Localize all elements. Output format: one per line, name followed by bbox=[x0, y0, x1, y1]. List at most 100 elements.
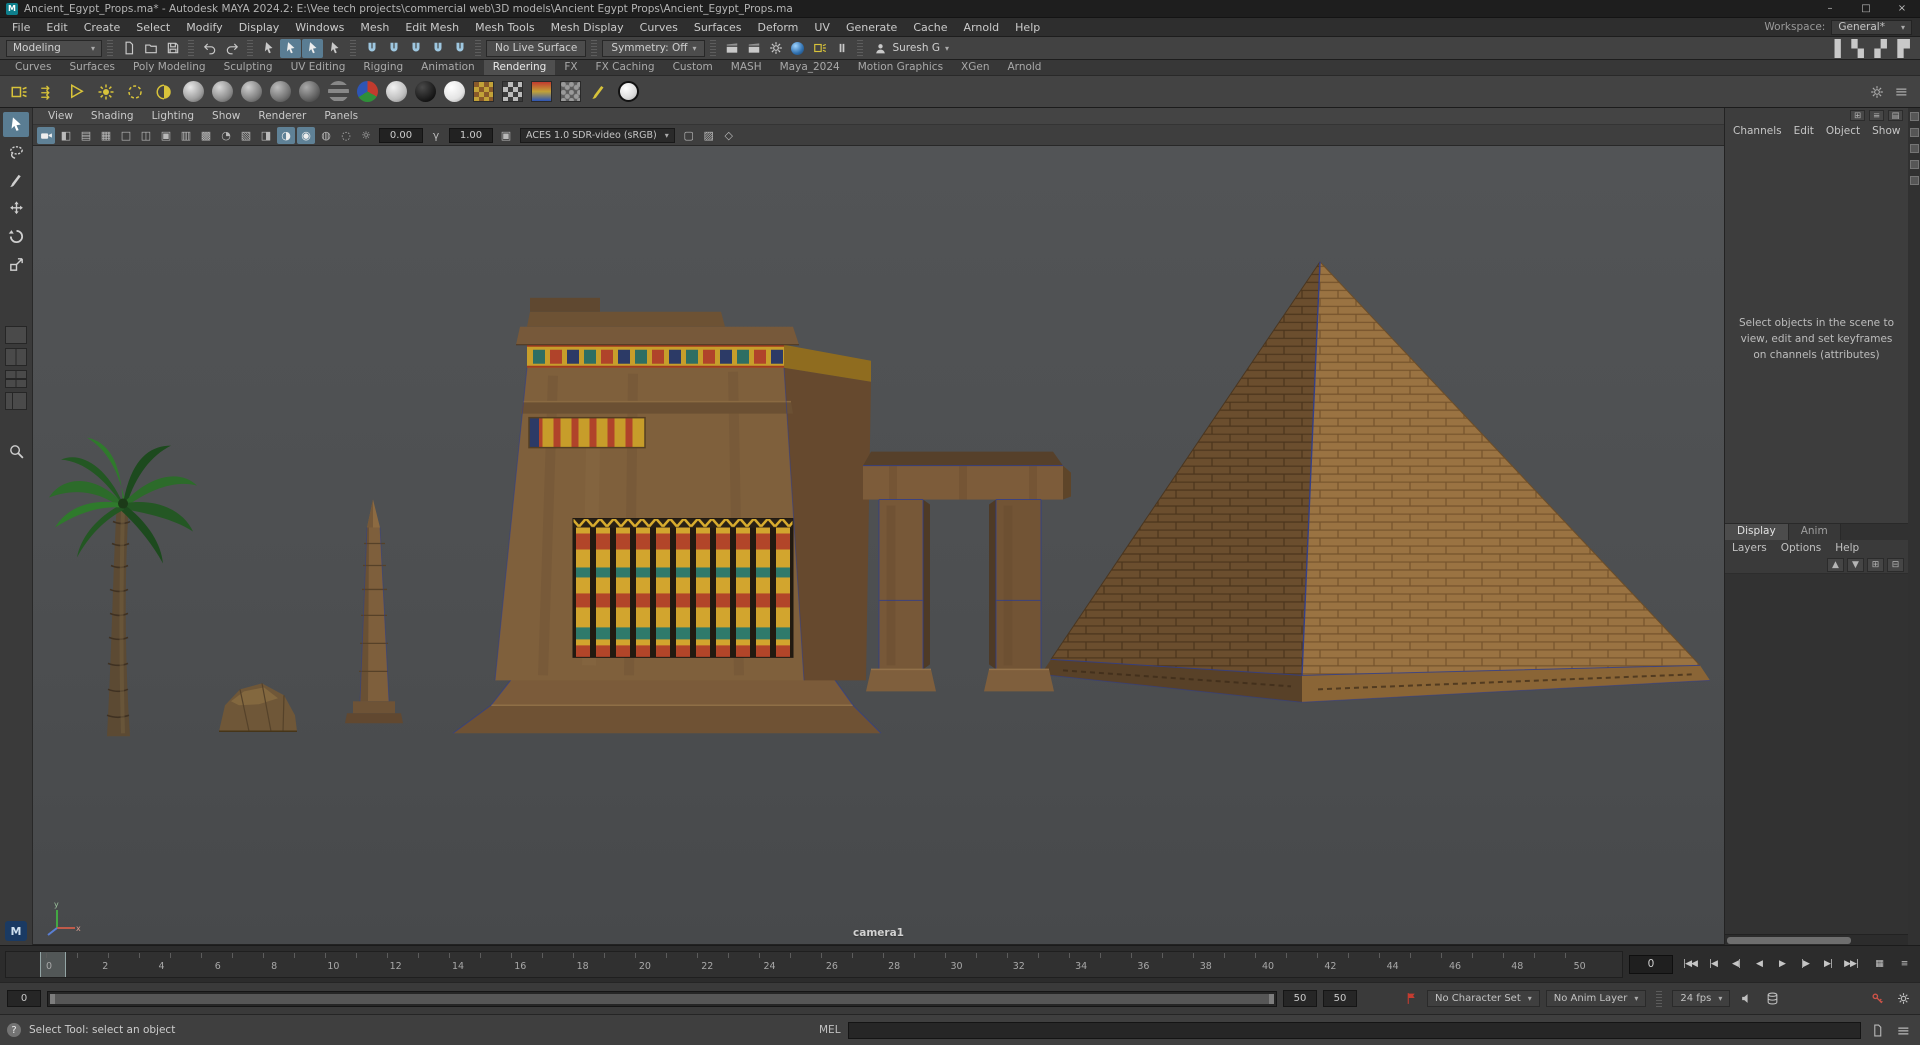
anim-layer-dropdown[interactable]: No Anim Layer ▾ bbox=[1545, 990, 1647, 1007]
play-forwards-button[interactable]: ▶ bbox=[1771, 954, 1793, 974]
ramp-texture-icon[interactable] bbox=[528, 79, 554, 105]
pyramid-object[interactable] bbox=[1040, 261, 1711, 703]
select-hierarchy-icon[interactable] bbox=[258, 39, 279, 58]
menu-item[interactable]: Curves bbox=[632, 18, 686, 36]
step-forward-key-button[interactable]: ▶| bbox=[1817, 954, 1839, 974]
channelbox-menu-item[interactable]: Object bbox=[1820, 125, 1866, 137]
lasso-tool-button[interactable] bbox=[3, 140, 29, 165]
channel-settings-icon[interactable]: ▤ bbox=[1888, 110, 1903, 121]
grip-handle[interactable] bbox=[1656, 990, 1663, 1007]
panel-menu-item[interactable]: View bbox=[39, 110, 82, 122]
snap-plane-icon[interactable] bbox=[427, 39, 448, 58]
lighting-toggle-icon[interactable]: ◑ bbox=[277, 126, 295, 144]
point-light-icon[interactable] bbox=[93, 79, 119, 105]
timeline-snap-icon[interactable]: ▦ bbox=[1868, 954, 1890, 974]
anim-preferences-icon[interactable] bbox=[1893, 990, 1913, 1008]
shelf-tab[interactable]: Maya_2024 bbox=[771, 60, 849, 75]
move-layer-up-icon[interactable]: ▲ bbox=[1827, 557, 1844, 572]
gate-object[interactable] bbox=[863, 451, 1071, 692]
layered-shader-icon[interactable] bbox=[383, 79, 409, 105]
menu-item[interactable]: Generate bbox=[838, 18, 905, 36]
minimize-icon[interactable]: – bbox=[1812, 0, 1848, 17]
hypershade-icon[interactable] bbox=[787, 39, 808, 58]
grip-handle[interactable] bbox=[107, 40, 113, 56]
zoom-tool-button[interactable] bbox=[3, 439, 29, 464]
humanik-tab-icon[interactable] bbox=[1909, 128, 1919, 137]
user-account-button[interactable]: Suresh G ▾ bbox=[868, 42, 954, 55]
menu-item[interactable]: Mesh Display bbox=[543, 18, 632, 36]
menu-item[interactable]: Edit bbox=[38, 18, 75, 36]
playback-start-field[interactable]: 0 bbox=[7, 990, 41, 1007]
shelf-tab[interactable]: Poly Modeling bbox=[124, 60, 215, 75]
surface-shader-rgb-icon[interactable] bbox=[354, 79, 380, 105]
current-frame-field[interactable]: 0 bbox=[1629, 954, 1673, 974]
snap-grid-icon[interactable] bbox=[361, 39, 382, 58]
volume-light-icon[interactable] bbox=[122, 79, 148, 105]
menu-item[interactable]: Cache bbox=[905, 18, 955, 36]
animation-end-field[interactable]: 50 bbox=[1323, 990, 1357, 1007]
slider-mode-icon[interactable]: ⊞ bbox=[1850, 110, 1865, 121]
select-object-icon[interactable] bbox=[280, 38, 301, 58]
lock-camera-icon[interactable]: ◧ bbox=[57, 127, 75, 144]
menu-item[interactable]: Edit Mesh bbox=[397, 18, 467, 36]
ipr-render-icon[interactable] bbox=[743, 39, 764, 58]
menu-item[interactable]: UV bbox=[806, 18, 838, 36]
shelf-gear-icon[interactable] bbox=[1866, 82, 1887, 101]
menu-item[interactable]: Windows bbox=[287, 18, 352, 36]
shelf-tab[interactable]: FX bbox=[555, 60, 586, 75]
paint-effects-icon[interactable] bbox=[586, 79, 612, 105]
snap-curve-icon[interactable] bbox=[383, 39, 404, 58]
toon-shader-icon[interactable] bbox=[615, 79, 641, 105]
select-camera-icon[interactable] bbox=[37, 126, 55, 144]
step-forward-frame-button[interactable]: |▶ bbox=[1794, 954, 1816, 974]
layout-split-button[interactable] bbox=[5, 392, 27, 410]
play-backwards-button[interactable]: ◀ bbox=[1748, 954, 1770, 974]
wireframe-on-shaded-icon[interactable]: ◇ bbox=[720, 127, 738, 144]
shelf-tab[interactable]: Curves bbox=[6, 60, 60, 75]
mel-input-field[interactable] bbox=[847, 1021, 1861, 1039]
color-management-icon[interactable]: ▣ bbox=[497, 127, 515, 144]
bookmark-icon[interactable] bbox=[1401, 990, 1421, 1008]
channelbox-menu-item[interactable]: Edit bbox=[1788, 125, 1820, 137]
menu-item[interactable]: Mesh bbox=[352, 18, 397, 36]
panel-menu-item[interactable]: Lighting bbox=[143, 110, 203, 122]
symmetry-dropdown[interactable]: Symmetry: Off ▾ bbox=[602, 39, 706, 57]
script-editor-icon[interactable] bbox=[1868, 1021, 1887, 1039]
menu-item[interactable]: Create bbox=[76, 18, 129, 36]
menu-item[interactable]: Select bbox=[128, 18, 178, 36]
black-shader-icon[interactable] bbox=[412, 79, 438, 105]
grip-handle[interactable] bbox=[247, 40, 253, 56]
menu-item[interactable]: Deform bbox=[749, 18, 806, 36]
shelf-tab[interactable]: Rigging bbox=[354, 60, 412, 75]
gamma-field[interactable]: 1.00 bbox=[449, 127, 493, 143]
panel-menu-item[interactable]: Show bbox=[203, 110, 249, 122]
attribute-editor-toggle-icon[interactable]: ▐ bbox=[1824, 39, 1845, 58]
close-icon[interactable]: × bbox=[1884, 0, 1920, 17]
range-slider-track[interactable] bbox=[47, 990, 1277, 1007]
motion-blur-icon[interactable]: ◌ bbox=[337, 127, 355, 144]
gate-mask-icon[interactable]: ◔ bbox=[217, 127, 235, 144]
step-back-key-button[interactable]: |◀ bbox=[1702, 954, 1724, 974]
range-slider-thumb[interactable] bbox=[50, 993, 1274, 1004]
layer-list[interactable] bbox=[1725, 574, 1908, 934]
area-light-icon[interactable] bbox=[6, 79, 32, 105]
ambient-occlusion-icon[interactable]: ◍ bbox=[317, 127, 335, 144]
film-gate-icon[interactable]: ▥ bbox=[177, 127, 195, 144]
channelbox-menu-item[interactable]: Channels bbox=[1727, 125, 1788, 137]
channel-box-tab-icon[interactable] bbox=[1909, 176, 1919, 185]
redo-button[interactable] bbox=[221, 39, 242, 58]
select-tool-button[interactable] bbox=[3, 112, 29, 137]
menuset-dropdown[interactable]: Modeling ▾ bbox=[6, 39, 102, 57]
camera-attributes-icon[interactable]: ▤ bbox=[77, 127, 95, 144]
layout-two-pane-button[interactable] bbox=[5, 348, 27, 366]
save-scene-button[interactable] bbox=[162, 39, 183, 58]
timeline-menu-icon[interactable]: ≡ bbox=[1893, 954, 1915, 974]
layout-four-pane-button[interactable] bbox=[5, 370, 27, 388]
anisotropic-shader-icon[interactable] bbox=[209, 79, 235, 105]
character-set-dropdown[interactable]: No Character Set ▾ bbox=[1427, 990, 1540, 1007]
ambient-light-icon[interactable] bbox=[151, 79, 177, 105]
panel-menu-item[interactable]: Panels bbox=[315, 110, 367, 122]
exposure-field[interactable]: 0.00 bbox=[379, 127, 423, 143]
mel-toggle-button[interactable]: MEL bbox=[819, 1024, 841, 1036]
field-chart-icon[interactable]: ▧ bbox=[237, 127, 255, 144]
